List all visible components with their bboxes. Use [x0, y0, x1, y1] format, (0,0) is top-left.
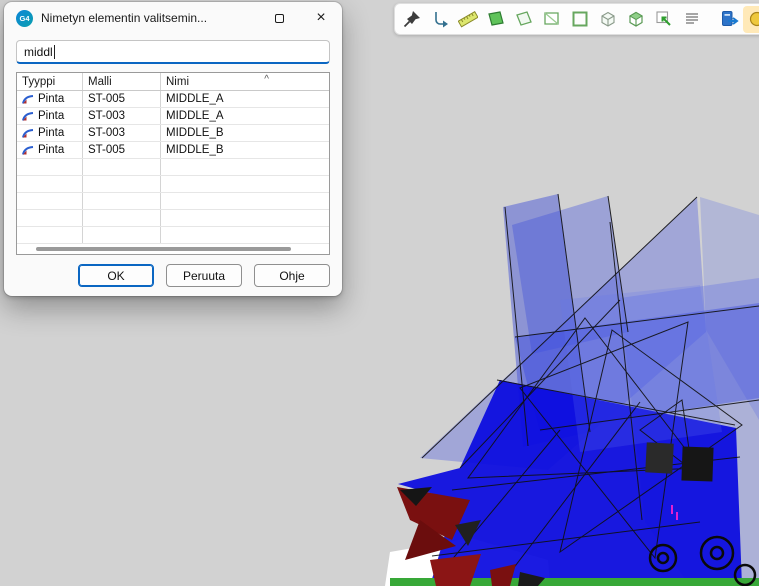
column-header-malli[interactable]: Malli [83, 73, 161, 90]
cell-malli: ST-005 [83, 142, 161, 158]
surface-icon [22, 94, 34, 105]
tool-layers-button[interactable] [678, 6, 705, 33]
help-button[interactable]: Ohje [254, 264, 330, 287]
filled-plane-icon [486, 9, 506, 29]
empty-row [17, 159, 329, 176]
cancel-button[interactable]: Peruuta [166, 264, 242, 287]
pin-icon [402, 9, 422, 29]
sort-up-icon: ^ [264, 74, 269, 85]
cube-icon [598, 9, 618, 29]
ok-button[interactable]: OK [78, 264, 154, 287]
cell-nimi: MIDDLE_B [161, 125, 329, 141]
table-row[interactable]: Pinta ST-003 MIDDLE_B [17, 125, 329, 142]
ruler-icon [458, 9, 478, 29]
table-row[interactable]: Pinta ST-005 MIDDLE_B [17, 142, 329, 159]
table-header: Tyyppi Malli Nimi ^ [17, 73, 329, 91]
dialog-title: Nimetyn elementin valitsemin... [41, 11, 258, 25]
cell-nimi: MIDDLE_A [161, 108, 329, 124]
scrollbar-thumb[interactable] [36, 247, 291, 251]
table-row[interactable]: Pinta ST-003 MIDDLE_A [17, 108, 329, 125]
tool-cube-top-button[interactable] [622, 6, 649, 33]
pick-face-icon [654, 9, 674, 29]
layers-icon [682, 9, 702, 29]
cell-tyyppi: Pinta [38, 93, 64, 105]
empty-row [17, 193, 329, 210]
dialog-buttons: OK Peruuta Ohje [16, 264, 330, 287]
empty-row [17, 210, 329, 227]
tool-ruler-button[interactable] [454, 6, 481, 33]
tool-pick-face-button[interactable] [650, 6, 677, 33]
maximize-button[interactable] [258, 2, 300, 34]
plane-outline-icon [514, 9, 534, 29]
tool-cube-button[interactable] [594, 6, 621, 33]
swap-arrow-icon [430, 9, 450, 29]
tool-plane-frame-button[interactable] [566, 6, 593, 33]
main-toolbar [394, 3, 759, 35]
close-button[interactable]: × [300, 2, 342, 34]
dialog-titlebar[interactable]: G4 Nimetyn elementin valitsemin... × [4, 2, 342, 34]
cell-nimi: MIDDLE_B [161, 142, 329, 158]
cube-top-icon [626, 9, 646, 29]
surface-icon [22, 128, 34, 139]
tool-pin-button[interactable] [398, 6, 425, 33]
text-caret [54, 45, 55, 59]
surface-icon [22, 145, 34, 156]
cell-tyyppi: Pinta [38, 110, 64, 122]
filter-input[interactable]: middl [16, 40, 330, 64]
column-header-nimi[interactable]: Nimi ^ [161, 73, 329, 90]
tool-highlight-button[interactable] [743, 6, 759, 33]
window-controls: × [258, 2, 342, 34]
empty-row [17, 227, 329, 244]
maximize-icon [275, 14, 284, 23]
cell-malli: ST-003 [83, 125, 161, 141]
filter-value: middl [24, 45, 53, 59]
horizontal-scrollbar[interactable] [18, 246, 328, 252]
tool-export-button[interactable] [715, 6, 742, 33]
named-element-dialog: G4 Nimetyn elementin valitsemin... × mid… [4, 2, 342, 296]
tool-filled-plane-button[interactable] [482, 6, 509, 33]
app-icon: G4 [16, 10, 33, 27]
cell-malli: ST-003 [83, 108, 161, 124]
tool-plane-outline-button[interactable] [510, 6, 537, 33]
close-icon: × [316, 9, 325, 27]
tool-swap-button[interactable] [426, 6, 453, 33]
cell-tyyppi: Pinta [38, 144, 64, 156]
cell-nimi: MIDDLE_A [161, 91, 329, 107]
cell-tyyppi: Pinta [38, 127, 64, 139]
table-row[interactable]: Pinta ST-005 MIDDLE_A [17, 91, 329, 108]
empty-row [17, 176, 329, 193]
plane-fold-icon [542, 9, 562, 29]
cell-malli: ST-005 [83, 91, 161, 107]
export-icon [719, 9, 739, 29]
highlight-tool-icon [747, 9, 759, 29]
plane-frame-icon [570, 9, 590, 29]
surface-icon [22, 111, 34, 122]
column-header-nimi-label: Nimi [166, 76, 189, 88]
results-table: Tyyppi Malli Nimi ^ Pinta ST-005 MIDDLE_… [16, 72, 330, 255]
tool-plane-fold-button[interactable] [538, 6, 565, 33]
column-header-tyyppi[interactable]: Tyyppi [17, 73, 83, 90]
